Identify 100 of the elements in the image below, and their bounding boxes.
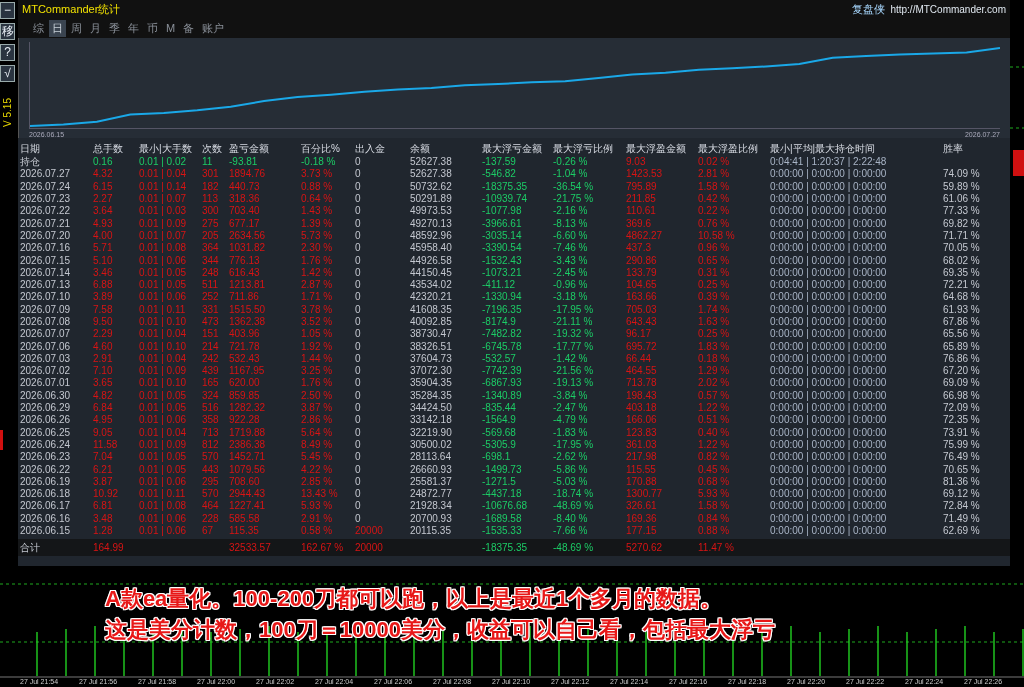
drawdown-cell-text: -1271.5: [482, 475, 517, 488]
float-profit-cell-text: 795.89: [626, 180, 658, 193]
deposit-cell-text: 20000: [355, 525, 384, 538]
win-rate-cell-text: 74.09 %: [943, 168, 981, 181]
lots-cell-text: 6.84: [93, 402, 114, 415]
drawdown-percent-cell-text: -19.32 %: [553, 328, 595, 341]
drawdown-percent-cell-text: -8.40 %: [553, 512, 589, 525]
balance-cell-text: 25581.37: [410, 475, 453, 488]
column-header: 胜率: [943, 143, 964, 155]
win-rate-cell-text: 69.82 %: [943, 217, 981, 230]
float-profit-cell-text: 163.66: [626, 291, 658, 304]
float-profit-cell-text: 217.98: [626, 451, 658, 464]
balance-cell-text: 50732.62: [410, 180, 453, 193]
lot-range-cell-text: 0.01 | 0.09: [139, 365, 188, 378]
toolbar-button[interactable]: 移: [0, 23, 15, 40]
hold-time-cell-text: 0:00:00 | 0:00:00 | 0:00:00: [770, 328, 888, 341]
deposit-cell-text: 0: [355, 303, 362, 316]
drawdown-percent-cell-text: -6.60 %: [553, 229, 589, 242]
hold-time-cell-text: 0:00:00 | 0:00:00 | 0:00:00: [770, 512, 888, 525]
lots-cell-text: 2.29: [93, 328, 114, 341]
float-profit-cell-text: 326.61: [626, 500, 658, 513]
float-profit-cell-text: 133.79: [626, 266, 658, 279]
lots-cell-text: 11.58: [93, 438, 119, 451]
float-profit-cell-text: 104.65: [626, 279, 658, 292]
trades-cell-text: 812: [202, 438, 220, 451]
trades-cell-text: 301: [202, 168, 220, 181]
balance-cell-text: 35904.35: [410, 377, 453, 390]
drawdown-percent-cell-text: -17.95 %: [553, 303, 595, 316]
win-rate-cell-text: 72.35 %: [943, 414, 981, 427]
period-tab[interactable]: 币: [144, 19, 161, 37]
float-profit-percent-cell-text: 0.88 %: [698, 525, 731, 538]
pnl-cell-text: 1282.32: [229, 402, 267, 415]
website-link[interactable]: http://MTCommander.com: [890, 3, 1006, 15]
period-tab[interactable]: 年: [125, 19, 142, 37]
toolbar-button[interactable]: √: [0, 65, 15, 82]
lots-cell-text: 4.00: [93, 229, 114, 242]
trades-cell-text: 570: [202, 488, 220, 501]
period-tab[interactable]: 日: [49, 19, 66, 37]
float-profit-percent-cell-text: 0.68 %: [698, 475, 731, 488]
drawdown-percent-cell-text: -1.83 %: [553, 426, 589, 439]
balance-cell-text: 37604.73: [410, 352, 453, 365]
trades-cell-text: 713: [202, 426, 220, 439]
lots-cell-text: 7.10: [93, 365, 114, 378]
date-cell-text: 2026.07.10: [20, 291, 72, 304]
date-cell-text: 2026.06.29: [20, 402, 72, 415]
float-profit-percent-cell-text: 1.58 %: [698, 180, 731, 193]
lots-cell-text: 4.82: [93, 389, 114, 402]
hold-time-cell-text: 0:00:00 | 0:00:00 | 0:00:00: [770, 254, 888, 267]
lots-cell-text: 5.71: [93, 242, 114, 255]
hold-time-cell-text: 0:00:00 | 0:00:00 | 0:00:00: [770, 500, 888, 513]
toolbar-button[interactable]: −: [0, 2, 15, 19]
drawdown-cell-text: -6867.93: [482, 377, 523, 390]
pnl-cell-text: 115.35: [229, 525, 260, 538]
deposit-cell-text: 0: [355, 451, 362, 464]
drawdown-cell-text: -1564.9: [482, 414, 517, 427]
period-tab[interactable]: 综: [30, 19, 47, 37]
trades-cell-text: 570: [202, 451, 220, 464]
float-profit-cell-text: 115.55: [626, 463, 657, 476]
win-rate-cell-text: 72.84 %: [943, 500, 981, 513]
trades-cell-text: 473: [202, 316, 220, 328]
lots-cell-text: 9.50: [93, 316, 114, 328]
percent-cell-text: 3.25 %: [301, 365, 334, 378]
toolbar-button[interactable]: ?: [0, 44, 15, 61]
period-tab[interactable]: 月: [87, 19, 104, 37]
pnl-cell-text: 2386.38: [229, 438, 267, 451]
drawdown-cell-text: -4437.18: [482, 488, 523, 501]
float-profit-percent-cell-text: 0.25 %: [698, 279, 731, 292]
lots-cell-text: 0.16: [93, 156, 114, 169]
win-rate-cell-text: 64.68 %: [943, 291, 981, 304]
float-profit-cell-text: 5270.62: [626, 541, 664, 554]
float-profit-percent-cell-text: 0.84 %: [698, 512, 731, 525]
column-header: 最小|大手数: [139, 143, 193, 155]
period-tab[interactable]: 周: [68, 19, 85, 37]
trades-cell-text: 295: [202, 475, 220, 488]
drawdown-cell-text: -1535.33: [482, 525, 523, 538]
percent-cell-text: 2.91 %: [301, 512, 334, 525]
period-tab[interactable]: 季: [106, 19, 123, 37]
float-profit-cell-text: 695.72: [626, 340, 658, 353]
pnl-cell-text: 922.28: [229, 414, 261, 427]
lot-range-cell-text: 0.01 | 0.08: [139, 500, 188, 513]
deposit-cell-text: 0: [355, 352, 362, 365]
trades-cell-text: 205: [202, 229, 220, 242]
lot-range-cell-text: 0.01 | 0.06: [139, 512, 188, 525]
deposit-cell-text: 20000: [355, 541, 384, 554]
pnl-cell-text: 711.86: [229, 291, 260, 304]
trades-cell-text: 252: [202, 291, 220, 304]
lots-cell-text: 3.65: [93, 377, 114, 390]
float-profit-percent-cell-text: 0.18 %: [698, 352, 731, 365]
hold-time-cell-text: 0:00:00 | 0:00:00 | 0:00:00: [770, 291, 888, 304]
period-tab[interactable]: 账户: [199, 19, 228, 37]
hold-time-cell-text: 0:04:41 | 1:20:37 | 2:22:48: [770, 156, 888, 169]
period-tab[interactable]: 备: [180, 19, 198, 37]
float-profit-percent-cell-text: 0.22 %: [698, 205, 731, 218]
version-label: V 5.15: [2, 98, 13, 127]
deposit-cell-text: 0: [355, 266, 362, 279]
float-profit-cell-text: 123.83: [626, 426, 658, 439]
lots-cell-text: 3.48: [93, 512, 114, 525]
hold-time-cell-text: 0:00:00 | 0:00:00 | 0:00:00: [770, 414, 888, 427]
period-tab[interactable]: M: [163, 21, 179, 35]
percent-cell-text: 8.49 %: [301, 438, 334, 451]
